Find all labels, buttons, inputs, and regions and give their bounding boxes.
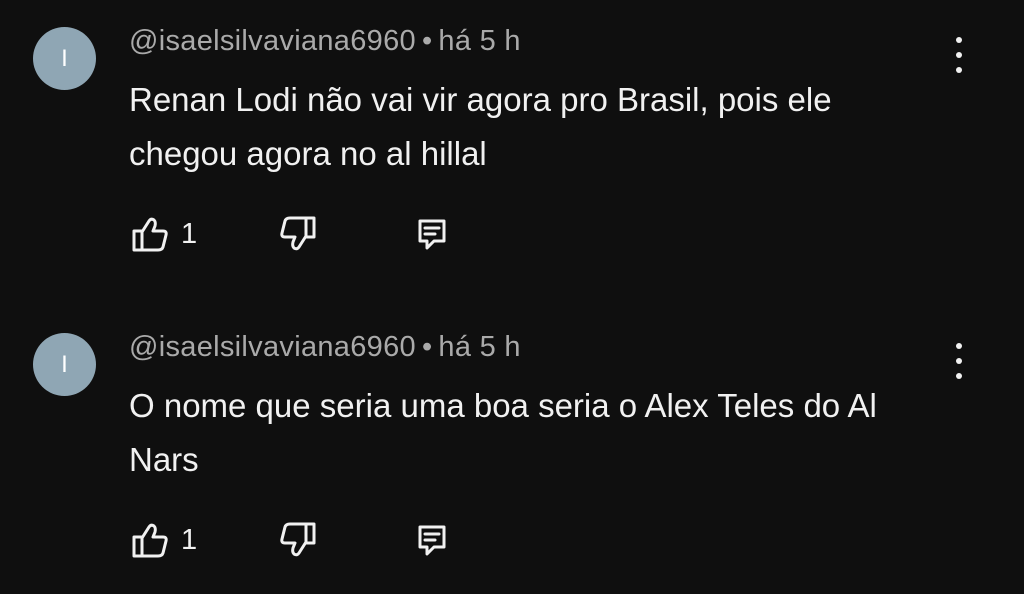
more-vertical-icon[interactable] <box>944 35 974 75</box>
author-handle[interactable]: @isaelsilvaviana6960 <box>129 331 416 363</box>
comment-header: @isaelsilvaviana6960 • há 5 h <box>129 25 521 58</box>
thumbs-down-icon <box>280 216 316 251</box>
comment-item: I @isaelsilvaviana6960 • há 5 h Renan Lodi… <box>0 0 1024 288</box>
dislike-button[interactable] <box>277 212 319 256</box>
comment-header: @isaelsilvaviana6960 • há 5 h <box>129 331 521 364</box>
more-vertical-icon[interactable] <box>944 341 974 381</box>
reply-button[interactable] <box>414 212 450 256</box>
comment-time[interactable]: há 5 h <box>438 25 520 57</box>
comment-text: Renan Lodi não vai vir agora pro Brasil,… <box>129 81 832 172</box>
reply-comment-icon <box>418 219 446 250</box>
avatar[interactable]: I <box>33 333 96 396</box>
like-count: 1 <box>181 523 198 556</box>
reply-button[interactable] <box>414 518 450 562</box>
reply-comment-icon <box>418 525 446 556</box>
comment-item: I @isaelsilvaviana6960 • há 5 h O nome que… <box>0 306 1024 594</box>
like-button[interactable]: 1 <box>129 212 197 256</box>
comment-actions: 1 <box>129 518 529 562</box>
dislike-button[interactable] <box>277 518 319 562</box>
comment-actions: 1 <box>129 212 529 256</box>
comment-text: O nome que seria uma boa seria o Alex Te… <box>129 387 877 478</box>
meta-separator: • <box>421 331 433 363</box>
thumbs-up-icon <box>132 217 168 252</box>
comment-time[interactable]: há 5 h <box>438 331 520 363</box>
author-handle[interactable]: @isaelsilvaviana6960 <box>129 25 416 57</box>
thumbs-up-icon <box>132 523 168 558</box>
meta-separator: • <box>421 25 433 57</box>
like-count: 1 <box>181 217 198 250</box>
thumbs-down-icon <box>280 522 316 557</box>
avatar[interactable]: I <box>33 27 96 90</box>
like-button[interactable]: 1 <box>129 518 197 562</box>
